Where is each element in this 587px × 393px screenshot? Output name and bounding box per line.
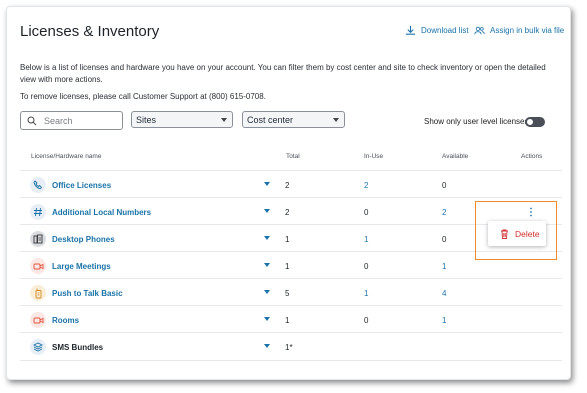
total-value: 1 [285, 235, 290, 244]
support-note: To remove licenses, please call Customer… [20, 92, 266, 101]
available-link[interactable]: 1 [442, 316, 446, 325]
video-icon [30, 258, 46, 274]
page-title: Licenses & Inventory [20, 23, 160, 40]
available-link[interactable]: 1 [442, 262, 446, 271]
in-use-link[interactable]: 1 [364, 235, 368, 244]
total-value: 1 [285, 262, 290, 271]
license-name-link[interactable]: Desktop Phones [52, 235, 115, 244]
user-licenses-toggle[interactable] [525, 117, 545, 127]
hash-icon [30, 204, 46, 220]
assign-bulk-link[interactable]: Assign in bulk via file [474, 25, 564, 36]
chevron-down-icon[interactable] [264, 344, 270, 348]
users-icon [474, 26, 485, 35]
more-actions-icon[interactable]: ⋮ [526, 207, 536, 218]
table-row: Push to Talk Basic 5 1 4 [20, 278, 562, 306]
video-icon [30, 312, 46, 328]
toggle-knob [527, 119, 533, 125]
desk-phone-icon [30, 231, 46, 247]
total-value: 2 [285, 181, 290, 190]
sites-select[interactable]: Sites [131, 111, 233, 128]
header-actions: Actions [521, 153, 543, 160]
phone-icon [30, 177, 46, 193]
in-use-link[interactable]: 1 [364, 289, 368, 298]
header-total: Total [286, 153, 300, 160]
in-use-link[interactable]: 2 [364, 181, 368, 190]
table-row: SMS Bundles 1* [20, 332, 562, 361]
available-link[interactable]: 2 [442, 208, 446, 217]
total-value: 2 [285, 208, 290, 217]
delete-menu-item[interactable]: Delete [515, 229, 540, 239]
chevron-down-icon[interactable] [264, 317, 270, 321]
chevron-down-icon[interactable] [264, 263, 270, 267]
chevron-down-icon[interactable] [264, 182, 270, 186]
search-input[interactable] [42, 114, 116, 127]
total-value: 1* [285, 343, 293, 352]
available-link[interactable]: 4 [442, 289, 446, 298]
in-use-value: 0 [364, 316, 369, 325]
table-row: Rooms 1 0 1 [20, 305, 562, 333]
chevron-down-icon [333, 118, 339, 122]
inventory-card: Licenses & Inventory Download list Assig… [6, 6, 571, 380]
actions-menu: Delete [488, 221, 546, 246]
chevron-down-icon[interactable] [264, 290, 270, 294]
download-list-link[interactable]: Download list [405, 25, 469, 36]
download-list-label: Download list [421, 26, 469, 35]
header-available: Available [442, 153, 469, 160]
search-icon [27, 116, 37, 125]
license-name-link[interactable]: Push to Talk Basic [52, 289, 123, 298]
trash-icon [501, 229, 508, 239]
license-name-link[interactable]: Office Licenses [52, 181, 111, 190]
chevron-down-icon[interactable] [264, 209, 270, 213]
license-name[interactable]: SMS Bundles [52, 343, 103, 352]
download-icon [405, 25, 416, 35]
license-name-link[interactable]: Large Meetings [52, 262, 111, 271]
description-text: Below is a list of licenses and hardware… [20, 63, 546, 84]
assign-bulk-label: Assign in bulk via file [490, 26, 565, 35]
search-field[interactable] [20, 111, 123, 130]
in-use-value: 0 [364, 208, 369, 217]
total-value: 5 [285, 289, 290, 298]
chevron-down-icon [221, 118, 227, 122]
layers-icon [30, 339, 46, 355]
available-value: 0 [442, 181, 447, 190]
available-value: 0 [442, 235, 447, 244]
header-in-use: In-Use [364, 153, 384, 160]
license-name-link[interactable]: Rooms [52, 316, 79, 325]
user-licenses-toggle-label: Show only user level licenses [424, 117, 529, 126]
walkie-talkie-icon [30, 285, 46, 301]
table-row: Office Licenses 2 2 0 [20, 170, 562, 198]
license-name-link[interactable]: Additional Local Numbers [52, 208, 151, 217]
header-name: License/Hardware name [31, 153, 102, 160]
sites-select-value: Sites [136, 114, 157, 125]
in-use-value: 0 [364, 262, 369, 271]
total-value: 1 [285, 316, 290, 325]
cost-center-select-value: Cost center [247, 114, 294, 125]
chevron-down-icon[interactable] [264, 236, 270, 240]
cost-center-select[interactable]: Cost center [242, 111, 345, 128]
